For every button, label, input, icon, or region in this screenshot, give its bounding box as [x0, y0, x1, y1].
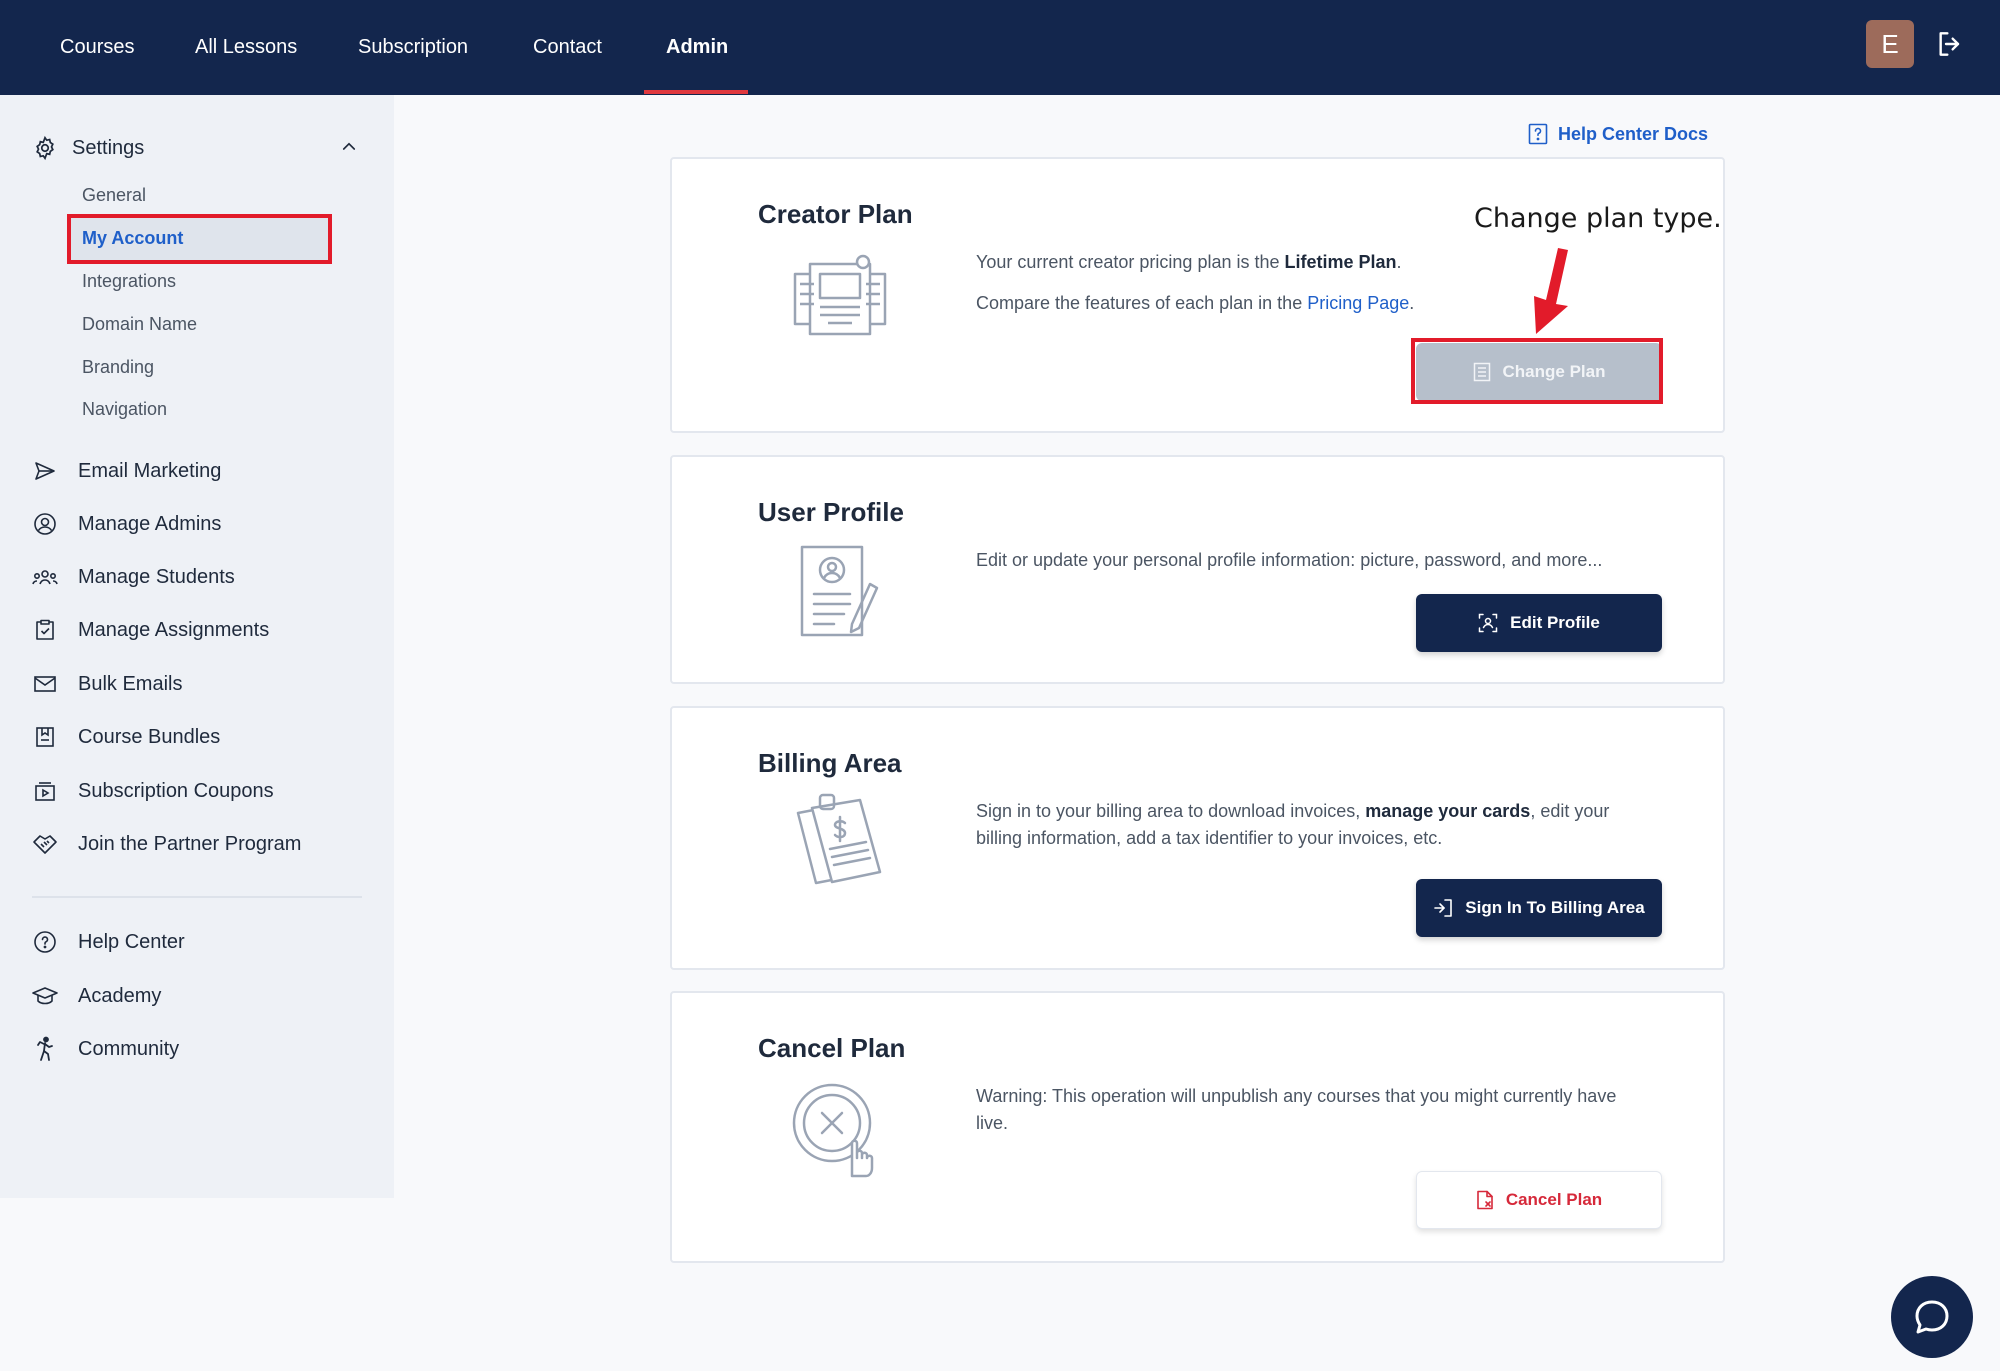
- sidebar-item-email-marketing[interactable]: Email Marketing: [32, 455, 221, 487]
- sidebar-item-course-bundles[interactable]: Course Bundles: [32, 721, 220, 753]
- card-title: Billing Area: [758, 748, 902, 778]
- question-circle-icon: [34, 931, 56, 953]
- sidebar-item-label: Manage Admins: [78, 512, 222, 535]
- invoice-illustration-icon: [796, 793, 882, 885]
- user-circle-icon: [34, 513, 56, 535]
- current-plan-name: Lifetime Plan: [1284, 252, 1397, 272]
- highlight-box-my-account: [67, 214, 332, 264]
- sidebar-divider: [32, 896, 362, 898]
- edit-profile-button[interactable]: Edit Profile: [1416, 594, 1662, 652]
- highlight-box-change-plan: [1411, 338, 1663, 404]
- chat-icon: [1915, 1300, 1949, 1334]
- sidebar-item-partner-program[interactable]: Join the Partner Program: [32, 828, 301, 860]
- logout-icon[interactable]: [1934, 28, 1966, 60]
- nav-contact[interactable]: Contact: [533, 0, 602, 95]
- sidebar-item-label: Academy: [78, 984, 162, 1007]
- person-walking-icon: [37, 1036, 53, 1061]
- sidebar-item-label: Community: [78, 1037, 180, 1060]
- creator-plan-line2: Compare the features of each plan in the…: [976, 293, 1415, 313]
- sidebar-item-community[interactable]: Community: [32, 1033, 179, 1065]
- manage-cards-emphasis: manage your cards: [1365, 801, 1531, 821]
- sidebar-item-label: Email Marketing: [78, 459, 222, 482]
- sidebar-item-manage-admins[interactable]: Manage Admins: [32, 508, 221, 540]
- nav-admin[interactable]: Admin: [666, 0, 728, 95]
- card-title: Cancel Plan: [758, 1033, 906, 1063]
- sidebar-item-label: Join the Partner Program: [78, 832, 302, 855]
- sidebar-item-academy[interactable]: Academy: [32, 980, 161, 1012]
- nav-courses[interactable]: Courses: [60, 0, 134, 95]
- annotation-text: Change plan type.: [1474, 203, 1722, 234]
- sidebar-sub-domain-name[interactable]: Domain Name: [82, 310, 197, 338]
- nav-subscription[interactable]: Subscription: [358, 0, 468, 95]
- graduation-cap-icon: [32, 987, 58, 1005]
- sidebar-sub-navigation[interactable]: Navigation: [82, 395, 167, 423]
- sign-in-icon: [1434, 899, 1453, 917]
- sidebar-item-bulk-emails[interactable]: Bulk Emails: [32, 668, 182, 700]
- cancel-document-icon: [1477, 1190, 1493, 1210]
- sidebar-item-label: Manage Students: [78, 565, 235, 588]
- sidebar-settings[interactable]: Settings: [32, 133, 144, 163]
- nav-active-indicator: [644, 90, 748, 94]
- card-title: Creator Plan: [758, 199, 913, 229]
- cancel-illustration-icon: [792, 1083, 874, 1178]
- cancel-warning-line1: Warning: This operation will unpublish a…: [976, 1086, 1617, 1106]
- sidebar-item-label: Help Center: [78, 930, 185, 953]
- annotation-arrow-icon: [1534, 248, 1568, 334]
- cancel-plan-label: Cancel Plan: [1505, 1190, 1603, 1209]
- sidebar-item-manage-students[interactable]: Manage Students: [32, 561, 235, 593]
- sidebar-item-label: Subscription Coupons: [78, 779, 274, 802]
- bundle-icon: [36, 727, 54, 747]
- sidebar-sub-branding[interactable]: Branding: [82, 353, 154, 381]
- mail-icon: [34, 676, 56, 692]
- sidebar-item-label: Bulk Emails: [78, 672, 183, 695]
- help-center-docs-label: Help Center Docs: [1558, 123, 1709, 144]
- sidebar-item-help-center[interactable]: Help Center: [32, 926, 185, 958]
- clipboard-check-icon: [36, 619, 54, 640]
- coupon-icon: [35, 782, 55, 801]
- sidebar-item-subscription-coupons[interactable]: Subscription Coupons: [32, 775, 274, 807]
- nav-all-lessons[interactable]: All Lessons: [195, 0, 297, 95]
- chat-widget-button[interactable]: [1891, 1276, 1973, 1358]
- sign-in-billing-button[interactable]: Sign In To Billing Area: [1416, 879, 1662, 937]
- cancel-plan-card: Cancel Plan Warning: This operation will…: [670, 991, 1725, 1263]
- billing-description-line1: Sign in to your billing area to download…: [976, 801, 1610, 821]
- avatar[interactable]: E: [1866, 20, 1914, 68]
- profile-scan-icon: [1478, 613, 1498, 633]
- profile-illustration-icon: [800, 545, 879, 637]
- handshake-icon: [33, 835, 57, 854]
- edit-profile-label: Edit Profile: [1510, 613, 1600, 632]
- card-title: User Profile: [758, 497, 904, 527]
- sign-in-billing-label: Sign In To Billing Area: [1465, 898, 1645, 917]
- sidebar-sub-integrations[interactable]: Integrations: [82, 267, 176, 295]
- help-doc-icon: [1528, 123, 1548, 145]
- plan-illustration-icon: [793, 254, 887, 336]
- top-navigation: Courses All Lessons Subscription Contact…: [0, 0, 2000, 95]
- user-profile-description: Edit or update your personal profile inf…: [976, 550, 1603, 570]
- sidebar-settings-label: Settings: [72, 136, 145, 159]
- user-profile-card: User Profile Edit or update your persona…: [670, 455, 1725, 684]
- billing-area-card: Billing Area Sign in to your billing are…: [670, 706, 1725, 970]
- creator-plan-line1: Your current creator pricing plan is the…: [976, 252, 1402, 272]
- users-icon: [32, 570, 58, 585]
- sidebar-item-manage-assignments[interactable]: Manage Assignments: [32, 614, 269, 646]
- chevron-up-icon[interactable]: [340, 137, 358, 155]
- sidebar-sub-general[interactable]: General: [82, 181, 146, 209]
- sidebar-item-label: Manage Assignments: [78, 618, 270, 641]
- help-center-docs-link[interactable]: Help Center Docs: [1528, 120, 1708, 148]
- gear-icon: [36, 135, 54, 161]
- pricing-page-link[interactable]: Pricing Page: [1307, 293, 1409, 313]
- cancel-plan-button[interactable]: Cancel Plan: [1416, 1171, 1662, 1229]
- billing-description-line2: billing information, add a tax identifie…: [976, 828, 1443, 848]
- cancel-warning-line2: live.: [976, 1113, 1009, 1133]
- send-icon: [35, 462, 55, 480]
- sidebar-item-label: Course Bundles: [78, 725, 221, 748]
